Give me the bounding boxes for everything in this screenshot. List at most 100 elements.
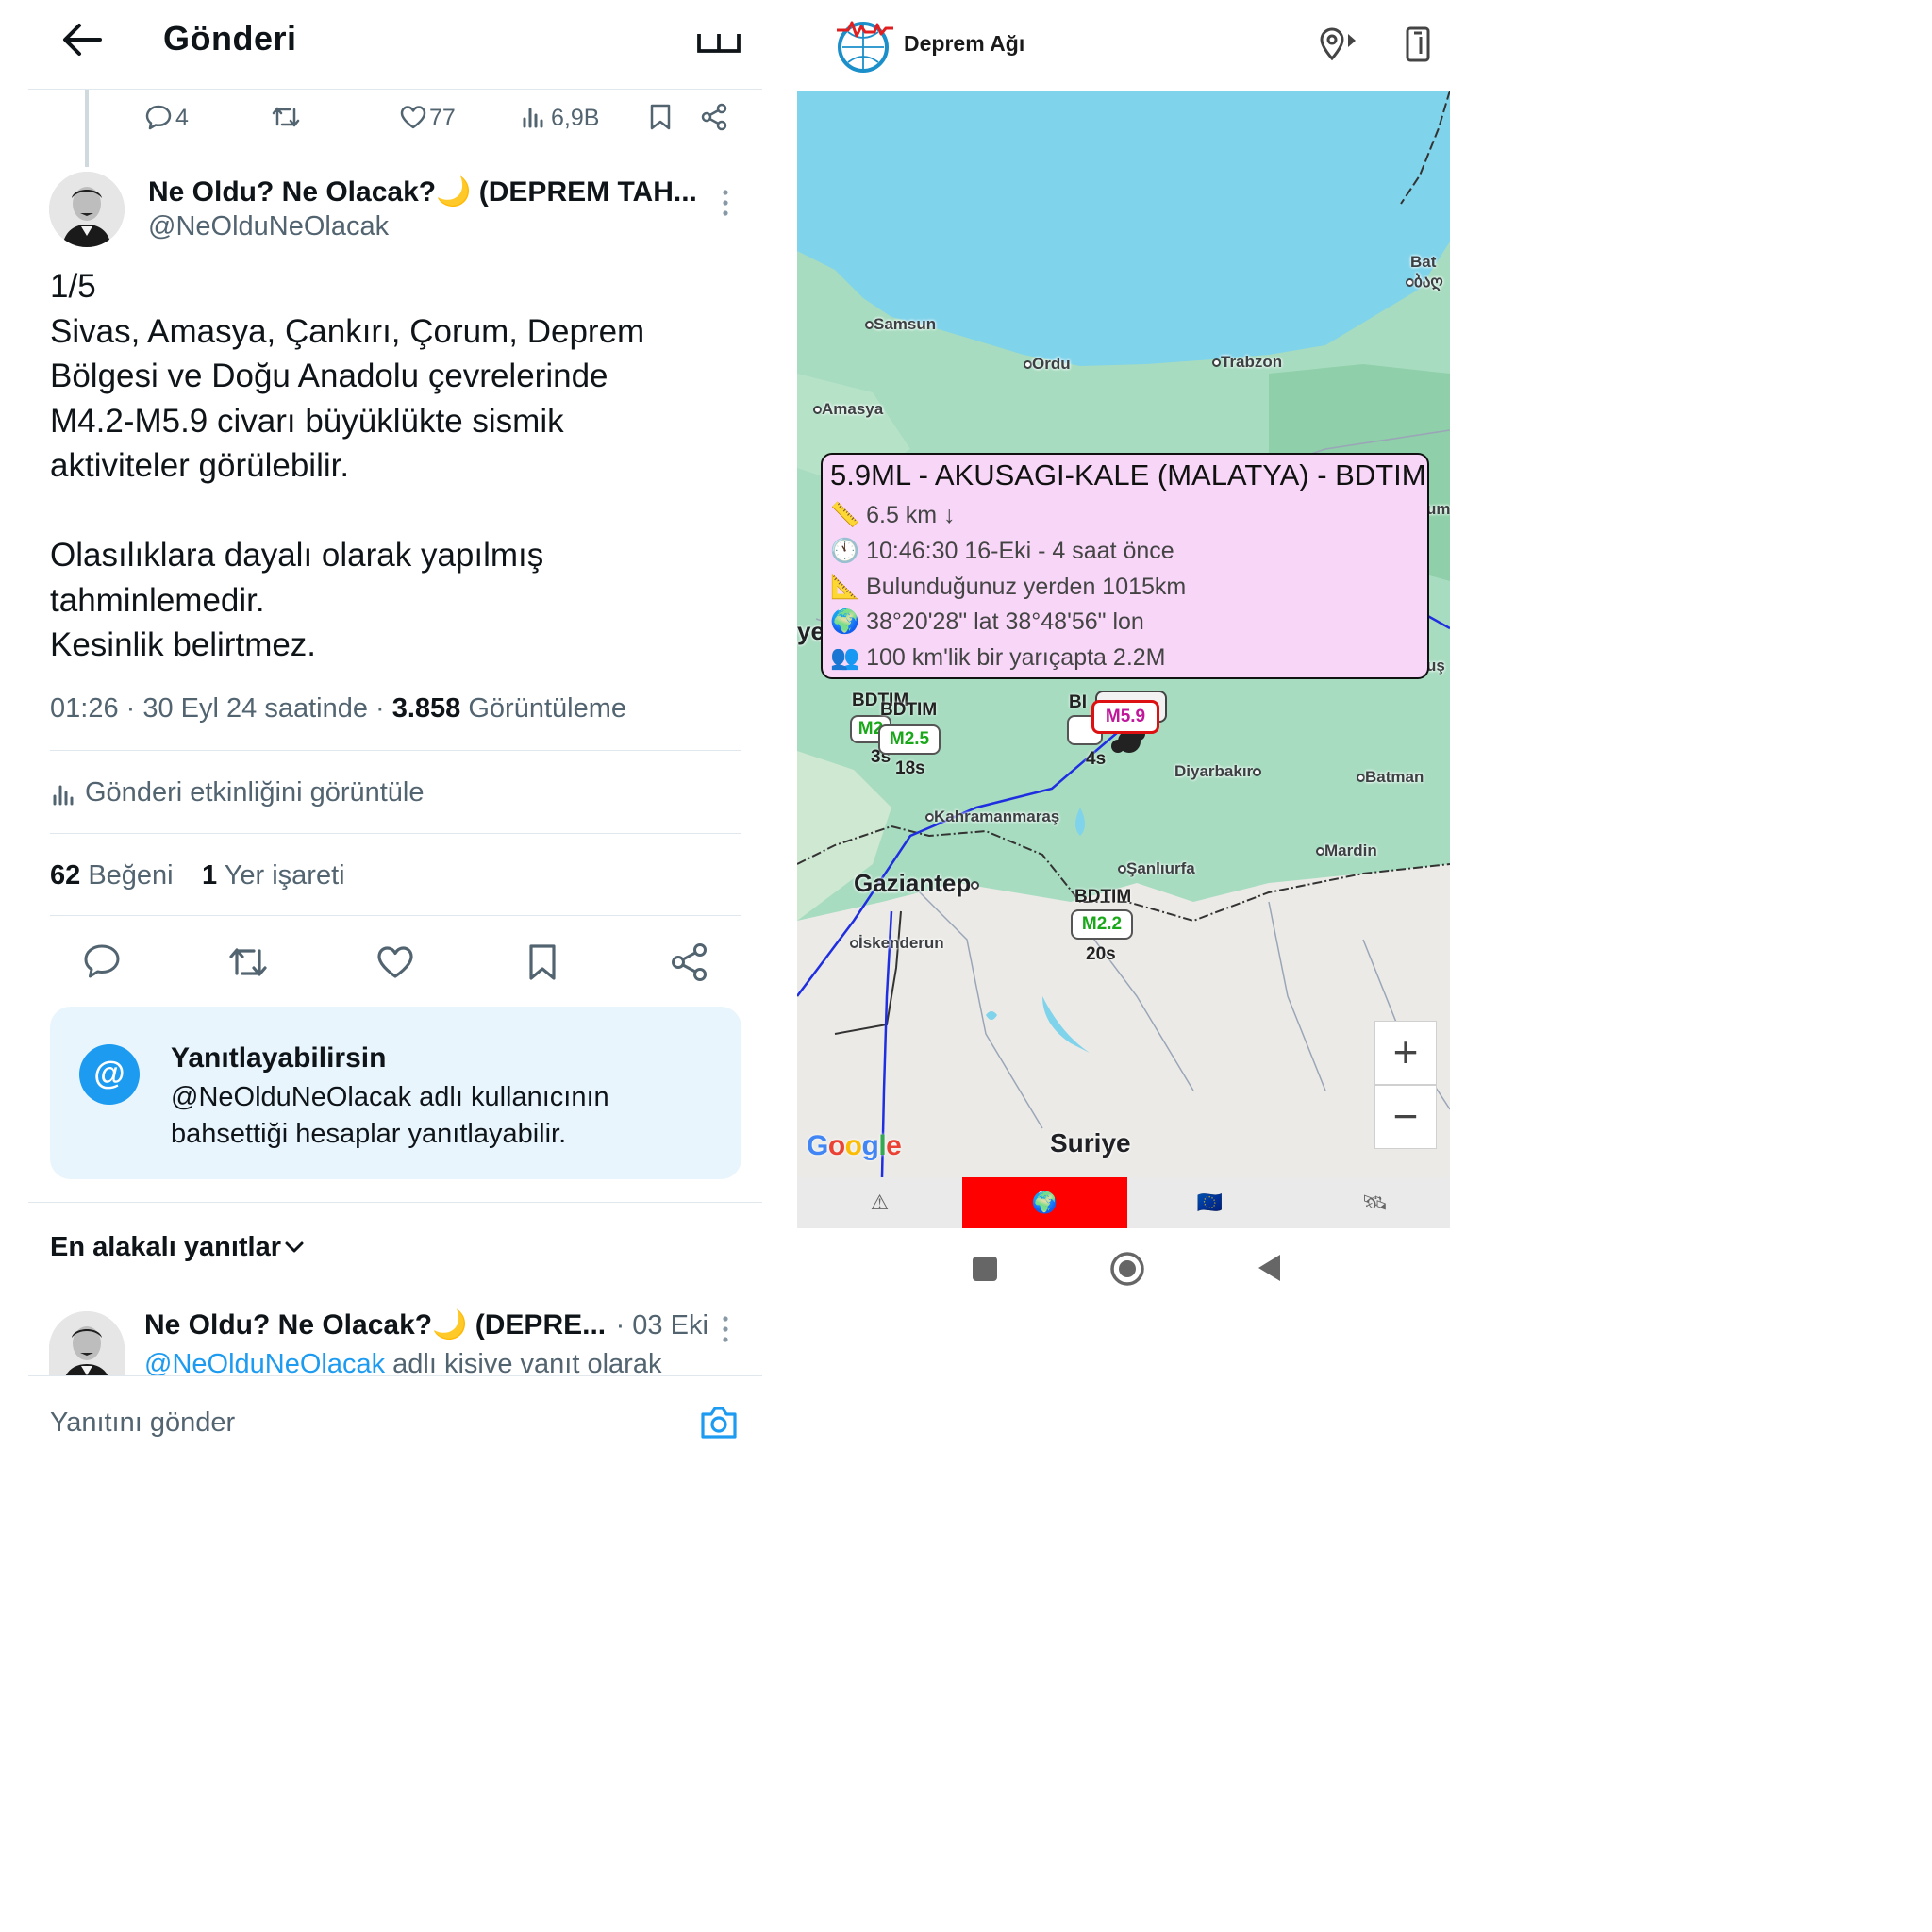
like-icon[interactable] — [399, 105, 427, 129]
reply-restriction-line1: @NeOlduNeOlacak adlı kullanıcının — [171, 1082, 609, 1112]
replies-sort-label: En alakalı yanıtlar — [50, 1232, 282, 1262]
back-arrow-icon[interactable] — [58, 21, 104, 58]
people-icon: 👥 — [830, 644, 860, 671]
satellite-icon: 🛰 — [1361, 1191, 1389, 1214]
bookmarks-count: 1 — [202, 860, 218, 891]
bookmark-icon[interactable] — [649, 103, 672, 131]
app-logo-icon — [835, 19, 895, 74]
city-batman[interactable]: Batman — [1357, 768, 1424, 787]
bottom-tab-bar: ⚠ 🌍 🇪🇺 🛰 — [797, 1177, 1450, 1228]
earthquake-marker[interactable]: M2.2 — [1071, 909, 1133, 940]
popup-time-row: 🕚 10:46:30 16-Eki - 4 saat önce — [830, 538, 1174, 565]
views-icon[interactable] — [522, 106, 546, 128]
reply-author-avatar[interactable] — [49, 1311, 125, 1375]
popup-depth-row: 📏 6.5 km ↓ — [830, 502, 956, 529]
view-count: 3.858 — [391, 693, 461, 724]
like-icon[interactable] — [375, 944, 415, 980]
reply-count: 4 — [175, 105, 189, 131]
more-options-icon[interactable] — [721, 1315, 730, 1343]
tab-europe[interactable]: 🇪🇺 — [1127, 1177, 1292, 1228]
city-sanliurfa[interactable]: Şanlıurfa — [1118, 859, 1195, 878]
reply-context-text: adlı kisive vanıt olarak — [385, 1349, 662, 1375]
zoom-out-button[interactable]: − — [1374, 1085, 1437, 1149]
reader-mode-icon[interactable] — [696, 25, 741, 55]
clock-icon: 🕚 — [830, 538, 860, 564]
earthquake-info-popup[interactable]: 5.9ML - AKUSAGI-KALE (MALATYA) - BDTIM 📏… — [821, 453, 1429, 679]
likes-stat[interactable]: 62 Beğeni — [50, 860, 174, 891]
city-kahramanmaras[interactable]: Kahramanmaraş — [925, 808, 1059, 826]
divider — [28, 1375, 762, 1376]
earthquake-map[interactable]: Samsun Ordu Trabzon Amasya Diyarbakır Ba… — [797, 91, 1450, 1177]
popup-distance-row: 📐 Bulunduğunuz yerden 1015km — [830, 574, 1186, 601]
divider — [28, 1202, 762, 1203]
tab-world-map[interactable]: 🌍 — [962, 1177, 1127, 1228]
popup-time: 10:46:30 16-Eki - 4 saat önce — [866, 538, 1174, 564]
bookmark-icon[interactable] — [527, 942, 558, 982]
more-options-icon[interactable] — [721, 189, 730, 217]
reply-restriction-title: Yanıtlayabilirsin — [171, 1042, 387, 1074]
tab-warnings[interactable]: ⚠ — [797, 1177, 962, 1228]
marker-age: 18s — [895, 758, 925, 778]
popup-coords-row: 🌍 38°20'28" lat 38°48'56" lon — [830, 608, 1144, 636]
city-ordu[interactable]: Ordu — [1024, 355, 1071, 374]
views-label: Görüntüleme — [460, 693, 627, 724]
camera-icon[interactable] — [699, 1405, 739, 1441]
popup-population-row: 👥 100 km'lik bir yarıçapta 2.2M — [830, 644, 1166, 672]
deprem-agi-app-pane: Deprem Ağı Samsun Ordu Trabzon Amasya Di… — [797, 0, 1479, 1474]
reply-header: Ne Oldu? Ne Olacak?🌙 (DEPRE... · 03 Eki — [144, 1308, 708, 1341]
back-button[interactable] — [1256, 1253, 1284, 1283]
tweet-text: 1/5 Sivas, Amasya, Çankırı, Çorum, Depre… — [50, 268, 645, 663]
thread-connector — [85, 90, 89, 167]
author-name[interactable]: Ne Oldu? Ne Olacak?🌙 (DEPREM TAH... — [148, 175, 697, 208]
earthquake-marker[interactable]: M2.5 — [878, 724, 941, 755]
chevron-down-icon[interactable] — [283, 1238, 306, 1257]
retweet-icon[interactable] — [270, 104, 302, 130]
country-suriye: Suriye — [1050, 1128, 1131, 1158]
author-handle[interactable]: @NeOlduNeOlacak — [148, 211, 389, 242]
replies-sort-dropdown[interactable]: En alakalı yanıtlar — [50, 1232, 281, 1263]
location-icon[interactable] — [1319, 26, 1358, 62]
share-icon[interactable] — [670, 942, 709, 982]
tweet-timestamp[interactable]: 01:26 · 30 Eyl 24 saatinde · — [50, 693, 392, 724]
eu-flag-icon: 🇪🇺 — [1196, 1191, 1224, 1214]
tweet-meta: 01:26 · 30 Eyl 24 saatinde · 3.858 Görün… — [50, 693, 626, 724]
zoom-in-button[interactable]: + — [1374, 1021, 1437, 1085]
city-trabzon[interactable]: Trabzon — [1212, 353, 1282, 372]
recent-apps-button[interactable] — [971, 1255, 999, 1283]
tab-satellite[interactable]: 🛰 — [1292, 1177, 1457, 1228]
like-count: 77 — [429, 105, 456, 131]
reply-icon[interactable] — [144, 104, 173, 130]
bookmarks-stat[interactable]: 1 Yer işareti — [202, 860, 345, 891]
divider — [28, 89, 762, 90]
retweet-icon[interactable] — [226, 943, 270, 981]
city-gaziantep[interactable]: Gaziantep — [854, 869, 980, 898]
marker-source: BDTIM — [1074, 887, 1132, 907]
earthquake-marker-selected[interactable]: M5.9 — [1091, 700, 1159, 734]
view-activity-link[interactable]: Gönderi etkinliğini görüntüle — [85, 777, 425, 808]
city-georgian-label-partial: ბაღ — [1406, 273, 1443, 291]
twitter-post-pane: Gönderi 4 77 6,9B Ne Oldu? Ne Olacak?🌙 (… — [0, 0, 792, 1474]
city-samsun[interactable]: Samsun — [865, 315, 936, 334]
likes-count: 62 — [50, 860, 81, 891]
city-diyarbakir[interactable]: Diyarbakır — [1174, 762, 1262, 781]
app-title: Deprem Ağı — [904, 31, 1025, 56]
reply-restriction-line2: bahsettiği hesaplar yanıtlayabilir. — [171, 1119, 567, 1149]
home-button[interactable] — [1108, 1250, 1146, 1288]
reply-icon[interactable] — [82, 941, 122, 981]
city-mardin[interactable]: Mardin — [1316, 841, 1377, 860]
popup-distance: Bulunduğunuz yerden 1015km — [866, 574, 1187, 600]
phone-icon[interactable] — [1405, 25, 1431, 63]
share-icon[interactable] — [700, 103, 728, 131]
marker-source: BDTIM — [880, 700, 938, 720]
city-amasya[interactable]: Amasya — [813, 400, 883, 419]
reply-mention-link[interactable]: @NeOlduNeOlacak — [144, 1349, 385, 1375]
ruler-icon: 📏 — [830, 502, 860, 528]
marker-source: BI — [1069, 692, 1087, 712]
city-iskenderun[interactable]: İskenderun — [850, 934, 944, 953]
reply-author-name[interactable]: Ne Oldu? Ne Olacak?🌙 (DEPRE... — [144, 1309, 606, 1341]
analytics-icon — [52, 783, 76, 806]
reply-restriction-card: @ Yanıtlayabilirsin @NeOlduNeOlacak adlı… — [50, 1007, 741, 1179]
author-avatar[interactable] — [49, 172, 125, 247]
globe-icon: 🌍 — [830, 608, 860, 635]
reply-composer-input[interactable]: Yanıtını gönder — [50, 1407, 235, 1439]
